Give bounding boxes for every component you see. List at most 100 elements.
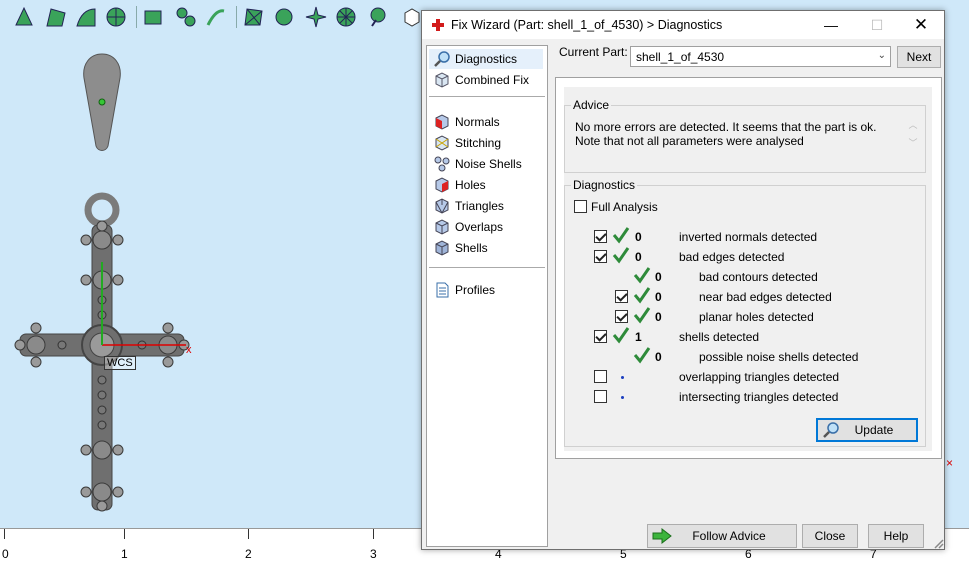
red-cross-icon (432, 19, 444, 31)
nav-item-stitching[interactable]: Stitching (429, 133, 543, 153)
star-select-icon[interactable] (304, 5, 328, 29)
shells-checkbox[interactable] (594, 330, 607, 343)
title-bar[interactable]: Fix Wizard (Part: shell_1_of_4530) > Dia… (422, 11, 944, 39)
nav-item-shells[interactable]: Shells (429, 238, 543, 258)
near-bad-edges-checkbox[interactable] (615, 290, 628, 303)
near-bad-edges-label: near bad edges detected (699, 290, 832, 304)
x-axis-label: x (186, 344, 192, 356)
nav-item-diagnostics[interactable]: Diagnostics (429, 49, 543, 69)
nav-item-label: Triangles (455, 199, 504, 213)
help-button[interactable]: Help (868, 524, 924, 548)
green-arrow-icon (652, 528, 672, 544)
nav-item-label: Profiles (455, 283, 496, 297)
green-check-icon (633, 347, 651, 364)
window-title: Fix Wizard (Part: shell_1_of_4530) > Dia… (451, 18, 723, 32)
nav-item-label: Normals (455, 115, 500, 129)
shells-count: 1 (635, 330, 642, 344)
nav-item-holes[interactable]: Holes (429, 175, 543, 195)
ruler-label: 3 (370, 547, 377, 561)
shells-cube-icon (435, 240, 449, 256)
nav-item-label: Holes (455, 178, 486, 192)
overlapping-triangles-checkbox[interactable] (594, 370, 607, 383)
noise-shells-count: 0 (655, 350, 662, 364)
advice-text: No more errors are detected. It seems th… (575, 120, 877, 148)
full-analysis-checkbox[interactable] (574, 200, 587, 213)
follow-advice-button[interactable]: Follow Advice (647, 524, 797, 548)
nav-item-overlaps[interactable]: Overlaps (429, 217, 543, 237)
cross-pendant-model[interactable] (0, 40, 420, 530)
noise-shells-icon (434, 156, 450, 172)
noise-shells-label: possible noise shells detected (699, 350, 859, 364)
nav-item-triangles[interactable]: Triangles (429, 196, 543, 216)
magnifier-icon (434, 51, 450, 67)
near-bad-edges-count: 0 (655, 290, 662, 304)
ruler-label: 2 (245, 547, 252, 561)
update-button[interactable]: Update (816, 418, 918, 442)
ruler-label: 0 (2, 547, 9, 561)
axis-marker: × (946, 456, 954, 470)
bad-contours-count: 0 (655, 270, 662, 284)
intersecting-triangles-label: intersecting triangles detected (679, 390, 839, 404)
sphere-select-icon[interactable] (334, 5, 358, 29)
nav-item-label: Stitching (455, 136, 502, 150)
maximize-button[interactable]: ☐ (854, 11, 900, 39)
document-icon (436, 282, 449, 298)
bad-edges-checkbox[interactable] (594, 250, 607, 263)
nav-item-label: Combined Fix (455, 73, 530, 87)
nav-item-label: Diagnostics (455, 52, 518, 66)
overlapping-triangles-label: overlapping triangles detected (679, 370, 840, 384)
wizard-nav: Diagnostics Combined Fix Normals Stitchi… (426, 45, 548, 547)
lasso-select-icon[interactable] (174, 5, 198, 29)
follow-advice-label: Follow Advice (692, 529, 766, 543)
bad-edges-count: 0 (635, 250, 642, 264)
shells-label: shells detected (679, 330, 760, 344)
current-part-select[interactable]: shell_1_of_4530 ⌄ (630, 46, 891, 67)
overlaps-cube-icon (435, 219, 449, 235)
nav-item-label: Shells (455, 241, 488, 255)
diagnostics-panel: Advice No more errors are detected. It s… (555, 77, 942, 459)
green-check-icon (612, 327, 630, 344)
pin-select-icon[interactable] (366, 5, 390, 29)
full-analysis-label: Full Analysis (591, 200, 658, 214)
nav-item-normals[interactable]: Normals (429, 112, 543, 132)
nav-item-noise-shells[interactable]: Noise Shells (429, 154, 543, 174)
diagnostics-title: Diagnostics (571, 178, 638, 192)
inverted-normals-label: inverted normals detected (679, 230, 818, 244)
green-check-icon (612, 227, 630, 244)
brush-select-icon[interactable] (204, 5, 228, 29)
resize-grip-icon[interactable] (932, 537, 944, 549)
pending-dot-icon (621, 376, 624, 379)
intersecting-triangles-checkbox[interactable] (594, 390, 607, 403)
nav-item-combined-fix[interactable]: Combined Fix (429, 70, 543, 90)
mesh-select-icon[interactable] (242, 5, 266, 29)
holes-cube-icon (435, 177, 449, 193)
nav-item-profiles[interactable]: Profiles (429, 280, 543, 300)
rectangle-select-icon[interactable] (142, 5, 166, 29)
wcs-label: WCS (104, 356, 136, 370)
advice-group: Advice No more errors are detected. It s… (564, 98, 926, 173)
select-shell-icon[interactable] (104, 5, 128, 29)
select-curve-surface-icon[interactable] (74, 5, 98, 29)
pending-dot-icon (621, 396, 624, 399)
planar-holes-count: 0 (655, 310, 662, 324)
chevron-down-icon: ⌄ (877, 50, 886, 61)
next-button[interactable]: Next (897, 46, 941, 68)
diagnostics-group: Diagnostics Full Analysis 0 inverted nor… (564, 178, 926, 447)
stitching-cube-icon (435, 135, 449, 151)
wave-select-icon[interactable] (272, 5, 296, 29)
planar-holes-checkbox[interactable] (615, 310, 628, 323)
normals-cube-icon (435, 114, 449, 130)
select-surface-icon[interactable] (44, 5, 68, 29)
nav-item-label: Noise Shells (455, 157, 522, 171)
close-button[interactable]: Close (802, 524, 858, 548)
advice-scrollbar[interactable]: ︿ ﹀ (906, 116, 920, 156)
select-triangle-icon[interactable] (12, 5, 36, 29)
bad-contours-label: bad contours detected (699, 270, 818, 284)
close-window-button[interactable]: ✕ (898, 11, 944, 39)
green-check-icon (633, 307, 651, 324)
ruler-label: 1 (121, 547, 128, 561)
green-check-icon (633, 287, 651, 304)
bad-edges-label: bad edges detected (679, 250, 785, 264)
inverted-normals-checkbox[interactable] (594, 230, 607, 243)
minimize-button[interactable]: — (808, 11, 854, 39)
